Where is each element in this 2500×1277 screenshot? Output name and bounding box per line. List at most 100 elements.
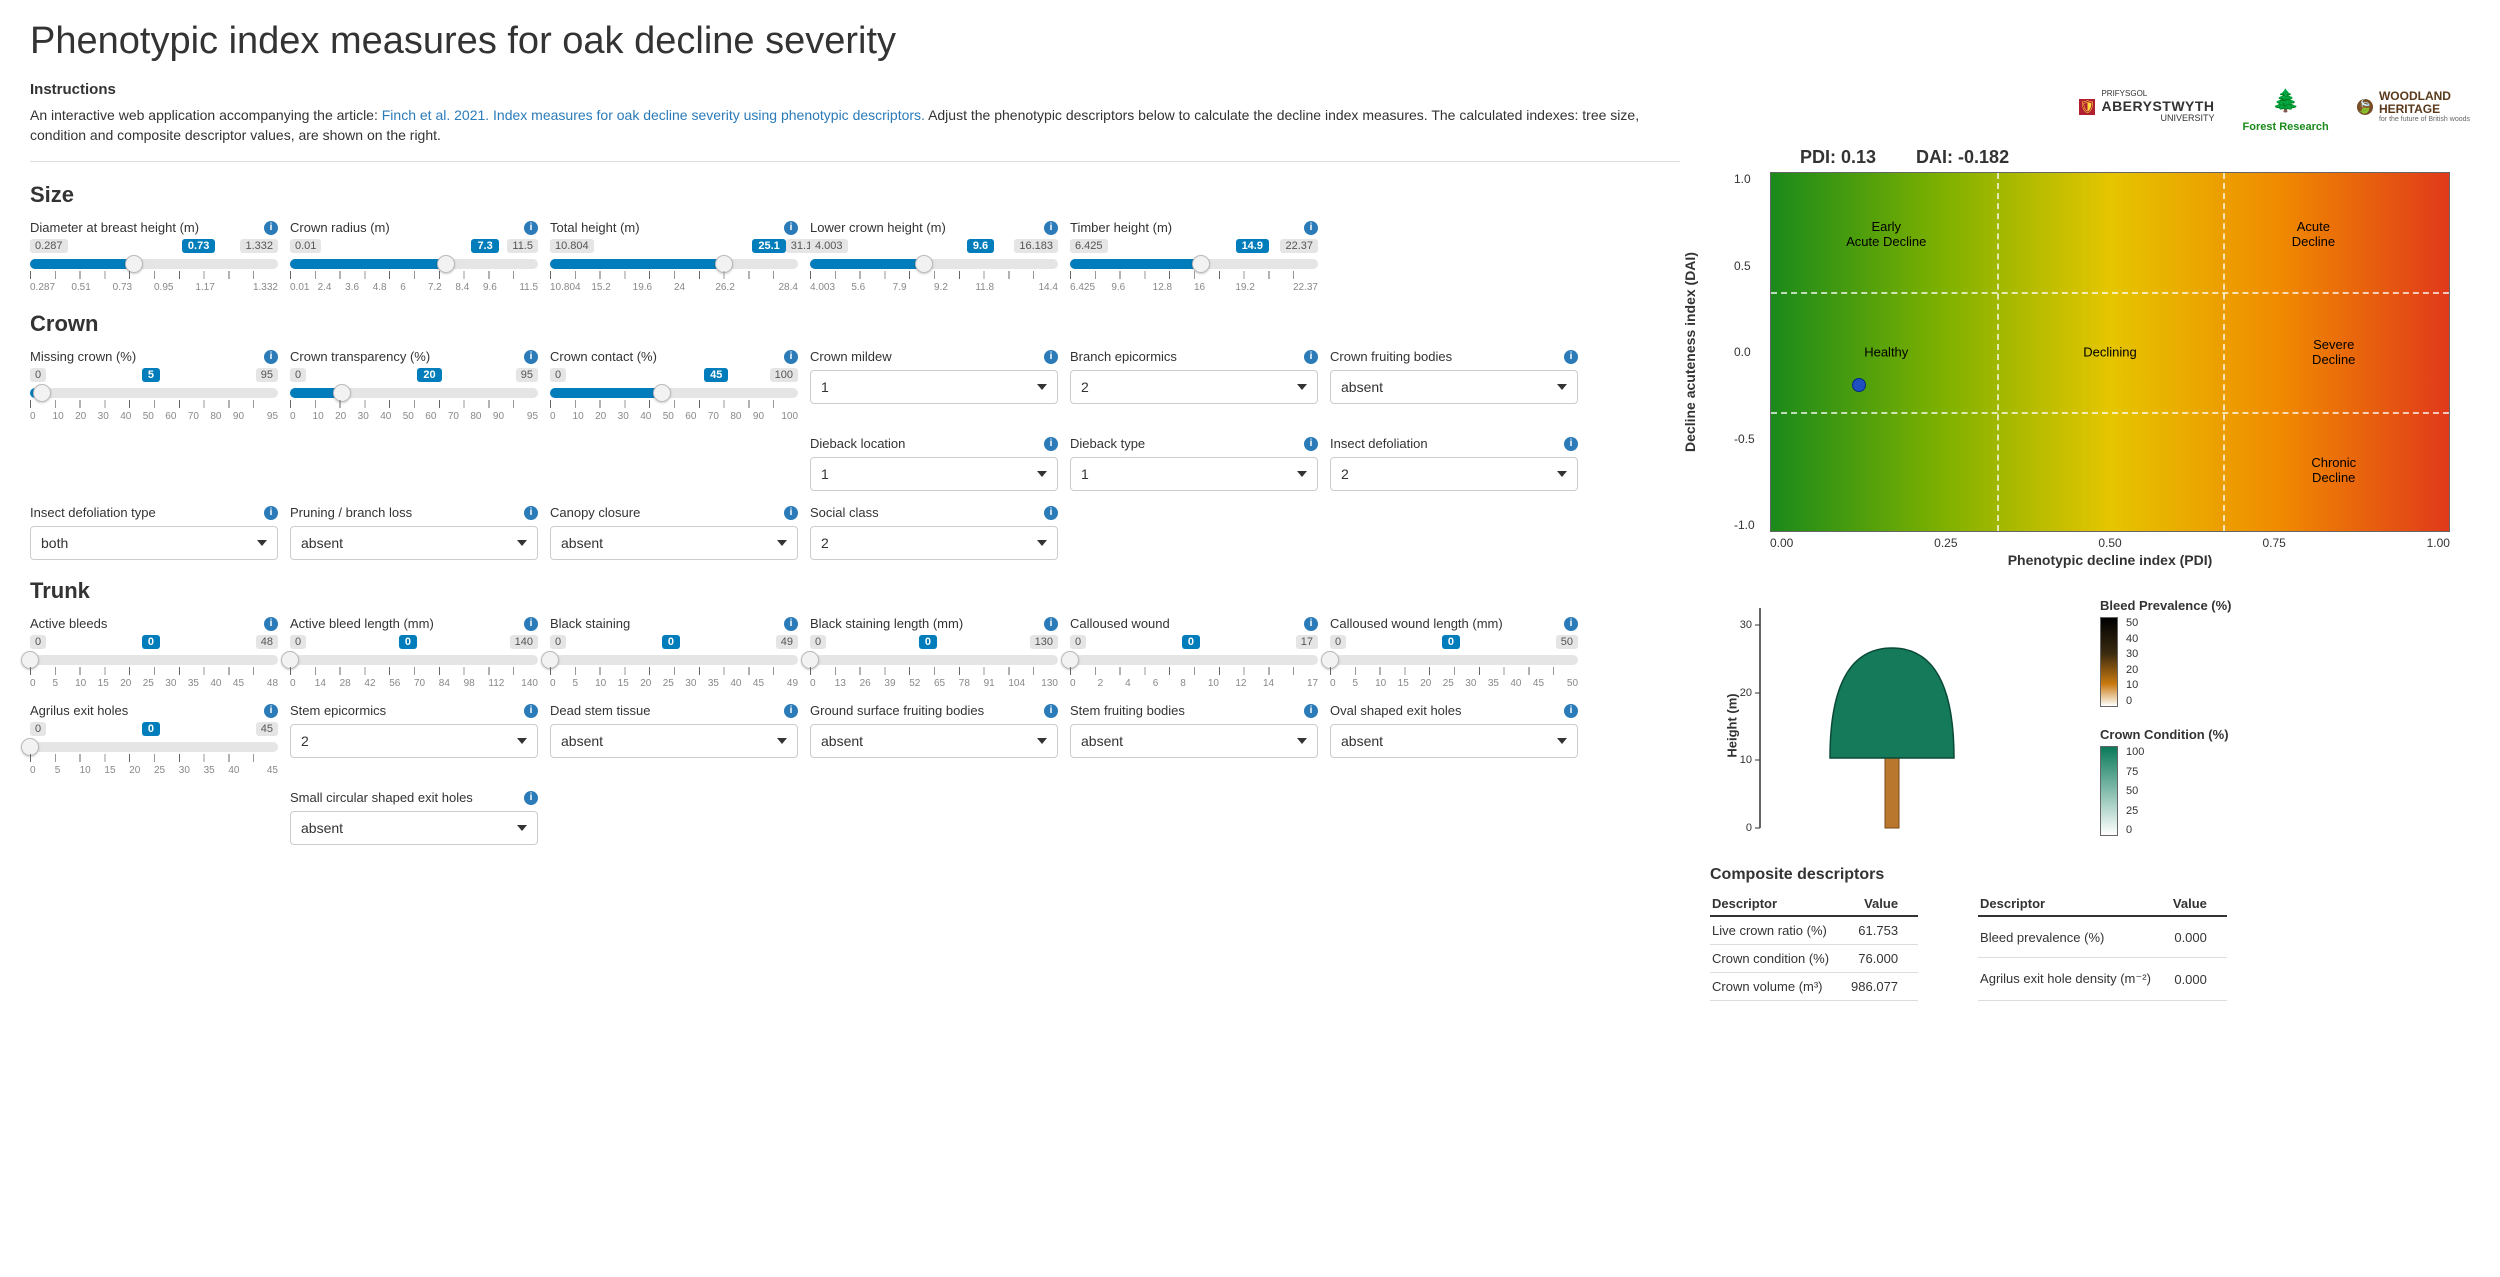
dropdown-field[interactable]: absent — [810, 724, 1058, 758]
legend-tick: 50 — [2126, 617, 2138, 629]
slider-min: 4.003 — [810, 239, 848, 253]
info-icon[interactable]: i — [1044, 506, 1058, 520]
info-icon[interactable]: i — [524, 506, 538, 520]
slider-track[interactable] — [290, 388, 538, 398]
slider-dbh[interactable]: Diameter at breast height (m) i 0.287 0.… — [30, 220, 278, 293]
slider-crad[interactable]: Crown radius (m) i 0.01 7.3 11.5 0.012.4… — [290, 220, 538, 293]
slider-track[interactable] — [550, 388, 798, 398]
info-icon[interactable]: i — [1564, 617, 1578, 631]
dropdown-label: Ground surface fruiting bodies — [810, 703, 984, 718]
slider-cwlen[interactable]: Calloused wound length (mm) i 0 0 50 051… — [1330, 616, 1578, 689]
info-icon[interactable]: i — [1564, 437, 1578, 451]
info-icon[interactable]: i — [1564, 350, 1578, 364]
info-icon[interactable]: i — [1044, 221, 1058, 235]
slider-min: 10.804 — [550, 239, 594, 253]
dropdown-field[interactable]: absent — [290, 811, 538, 845]
info-icon[interactable]: i — [1304, 221, 1318, 235]
slider-track[interactable] — [810, 655, 1058, 665]
info-icon[interactable]: i — [1304, 437, 1318, 451]
slider-label: Calloused wound length (mm) — [1330, 616, 1503, 631]
slider-max: 140 — [510, 635, 538, 649]
article-link[interactable]: Finch et al. 2021. Index measures for oa… — [382, 107, 925, 123]
dropdown-field[interactable]: 1 — [810, 457, 1058, 491]
dropdown-field[interactable]: absent — [550, 526, 798, 560]
info-icon[interactable]: i — [1304, 617, 1318, 631]
slider-value: 45 — [704, 368, 728, 382]
dropdown-field[interactable]: 1 — [810, 370, 1058, 404]
slider-ctrans[interactable]: Crown transparency (%) i 0 20 95 0102030… — [290, 349, 538, 422]
slider-ablen[interactable]: Active bleed length (mm) i 0 0 140 01428… — [290, 616, 538, 689]
chevron-down-icon — [1037, 384, 1047, 390]
chevron-down-icon — [1037, 471, 1047, 477]
info-icon[interactable]: i — [264, 221, 278, 235]
info-icon[interactable]: i — [264, 506, 278, 520]
info-icon[interactable]: i — [1304, 704, 1318, 718]
info-icon[interactable]: i — [1304, 350, 1318, 364]
info-icon[interactable]: i — [524, 617, 538, 631]
dropdown-value: 1 — [821, 379, 829, 395]
info-icon[interactable]: i — [784, 350, 798, 364]
slider-track[interactable] — [1330, 655, 1578, 665]
slider-track[interactable] — [290, 655, 538, 665]
dropdown-field[interactable]: absent — [1330, 724, 1578, 758]
dropdown-field[interactable]: 2 — [810, 526, 1058, 560]
slider-ccont[interactable]: Crown contact (%) i 0 45 100 01020304050… — [550, 349, 798, 422]
legend-tick: 0 — [2126, 824, 2144, 836]
info-icon[interactable]: i — [264, 617, 278, 631]
dropdown-field[interactable]: 2 — [290, 724, 538, 758]
slider-track[interactable] — [30, 742, 278, 752]
slider-track[interactable] — [550, 655, 798, 665]
info-icon[interactable]: i — [524, 350, 538, 364]
info-icon[interactable]: i — [784, 617, 798, 631]
info-icon[interactable]: i — [1044, 437, 1058, 451]
slider-track[interactable] — [810, 259, 1058, 269]
info-icon[interactable]: i — [1044, 704, 1058, 718]
dropdown-label: Dieback type — [1070, 436, 1145, 451]
slider-ticks: 010203040506070809095 — [290, 411, 538, 422]
slider-label: Lower crown height (m) — [810, 220, 946, 235]
info-icon[interactable]: i — [524, 221, 538, 235]
slider-agexit[interactable]: Agrilus exit holes i 0 0 45 051015202530… — [30, 703, 278, 776]
slider-track[interactable] — [550, 259, 798, 269]
slider-track[interactable] — [30, 655, 278, 665]
info-icon[interactable]: i — [1044, 350, 1058, 364]
chevron-down-icon — [1297, 471, 1307, 477]
dropdown-field[interactable]: absent — [1070, 724, 1318, 758]
info-icon[interactable]: i — [784, 704, 798, 718]
info-icon[interactable]: i — [524, 704, 538, 718]
info-icon[interactable]: i — [784, 221, 798, 235]
info-icon[interactable]: i — [784, 506, 798, 520]
info-icon[interactable]: i — [524, 791, 538, 805]
slider-lch[interactable]: Lower crown height (m) i 4.003 9.6 16.18… — [810, 220, 1058, 293]
slider-timh[interactable]: Timber height (m) i 6.425 14.9 22.37 6.4… — [1070, 220, 1318, 293]
slider-track[interactable] — [1070, 259, 1318, 269]
dropdown-field[interactable]: 1 — [1070, 457, 1318, 491]
composites-table-left: Descriptor Value Live crown ratio (%)61.… — [1710, 892, 1918, 1001]
dropdown-field[interactable]: both — [30, 526, 278, 560]
dropdown-field[interactable]: absent — [290, 526, 538, 560]
dropdown-value: 1 — [821, 466, 829, 482]
info-icon[interactable]: i — [264, 704, 278, 718]
slider-track[interactable] — [30, 388, 278, 398]
instructions-heading: Instructions — [30, 81, 1680, 98]
info-icon[interactable]: i — [1044, 617, 1058, 631]
slider-bslen[interactable]: Black staining length (mm) i 0 0 130 013… — [810, 616, 1058, 689]
slider-track[interactable] — [290, 259, 538, 269]
th-val: Value — [1849, 892, 1918, 916]
info-icon[interactable]: i — [1564, 704, 1578, 718]
slider-track[interactable] — [1070, 655, 1318, 665]
slider-cwound[interactable]: Calloused wound i 0 0 17 0246810121417 — [1070, 616, 1318, 689]
slider-ableeds[interactable]: Active bleeds i 0 0 48 05101520253035404… — [30, 616, 278, 689]
slider-missc[interactable]: Missing crown (%) i 0 5 95 0102030405060… — [30, 349, 278, 422]
chevron-down-icon — [517, 738, 527, 744]
dropdown-field[interactable]: absent — [550, 724, 798, 758]
slider-th[interactable]: Total height (m) i 10.804 25.1 31.129 10… — [550, 220, 798, 293]
slider-label: Crown contact (%) — [550, 349, 657, 364]
info-icon[interactable]: i — [264, 350, 278, 364]
dropdown-field[interactable]: 2 — [1330, 457, 1578, 491]
ytick: -0.5 — [1734, 432, 1755, 446]
slider-bstain[interactable]: Black staining i 0 0 49 0510152025303540… — [550, 616, 798, 689]
dropdown-field[interactable]: absent — [1330, 370, 1578, 404]
slider-track[interactable] — [30, 259, 278, 269]
dropdown-field[interactable]: 2 — [1070, 370, 1318, 404]
